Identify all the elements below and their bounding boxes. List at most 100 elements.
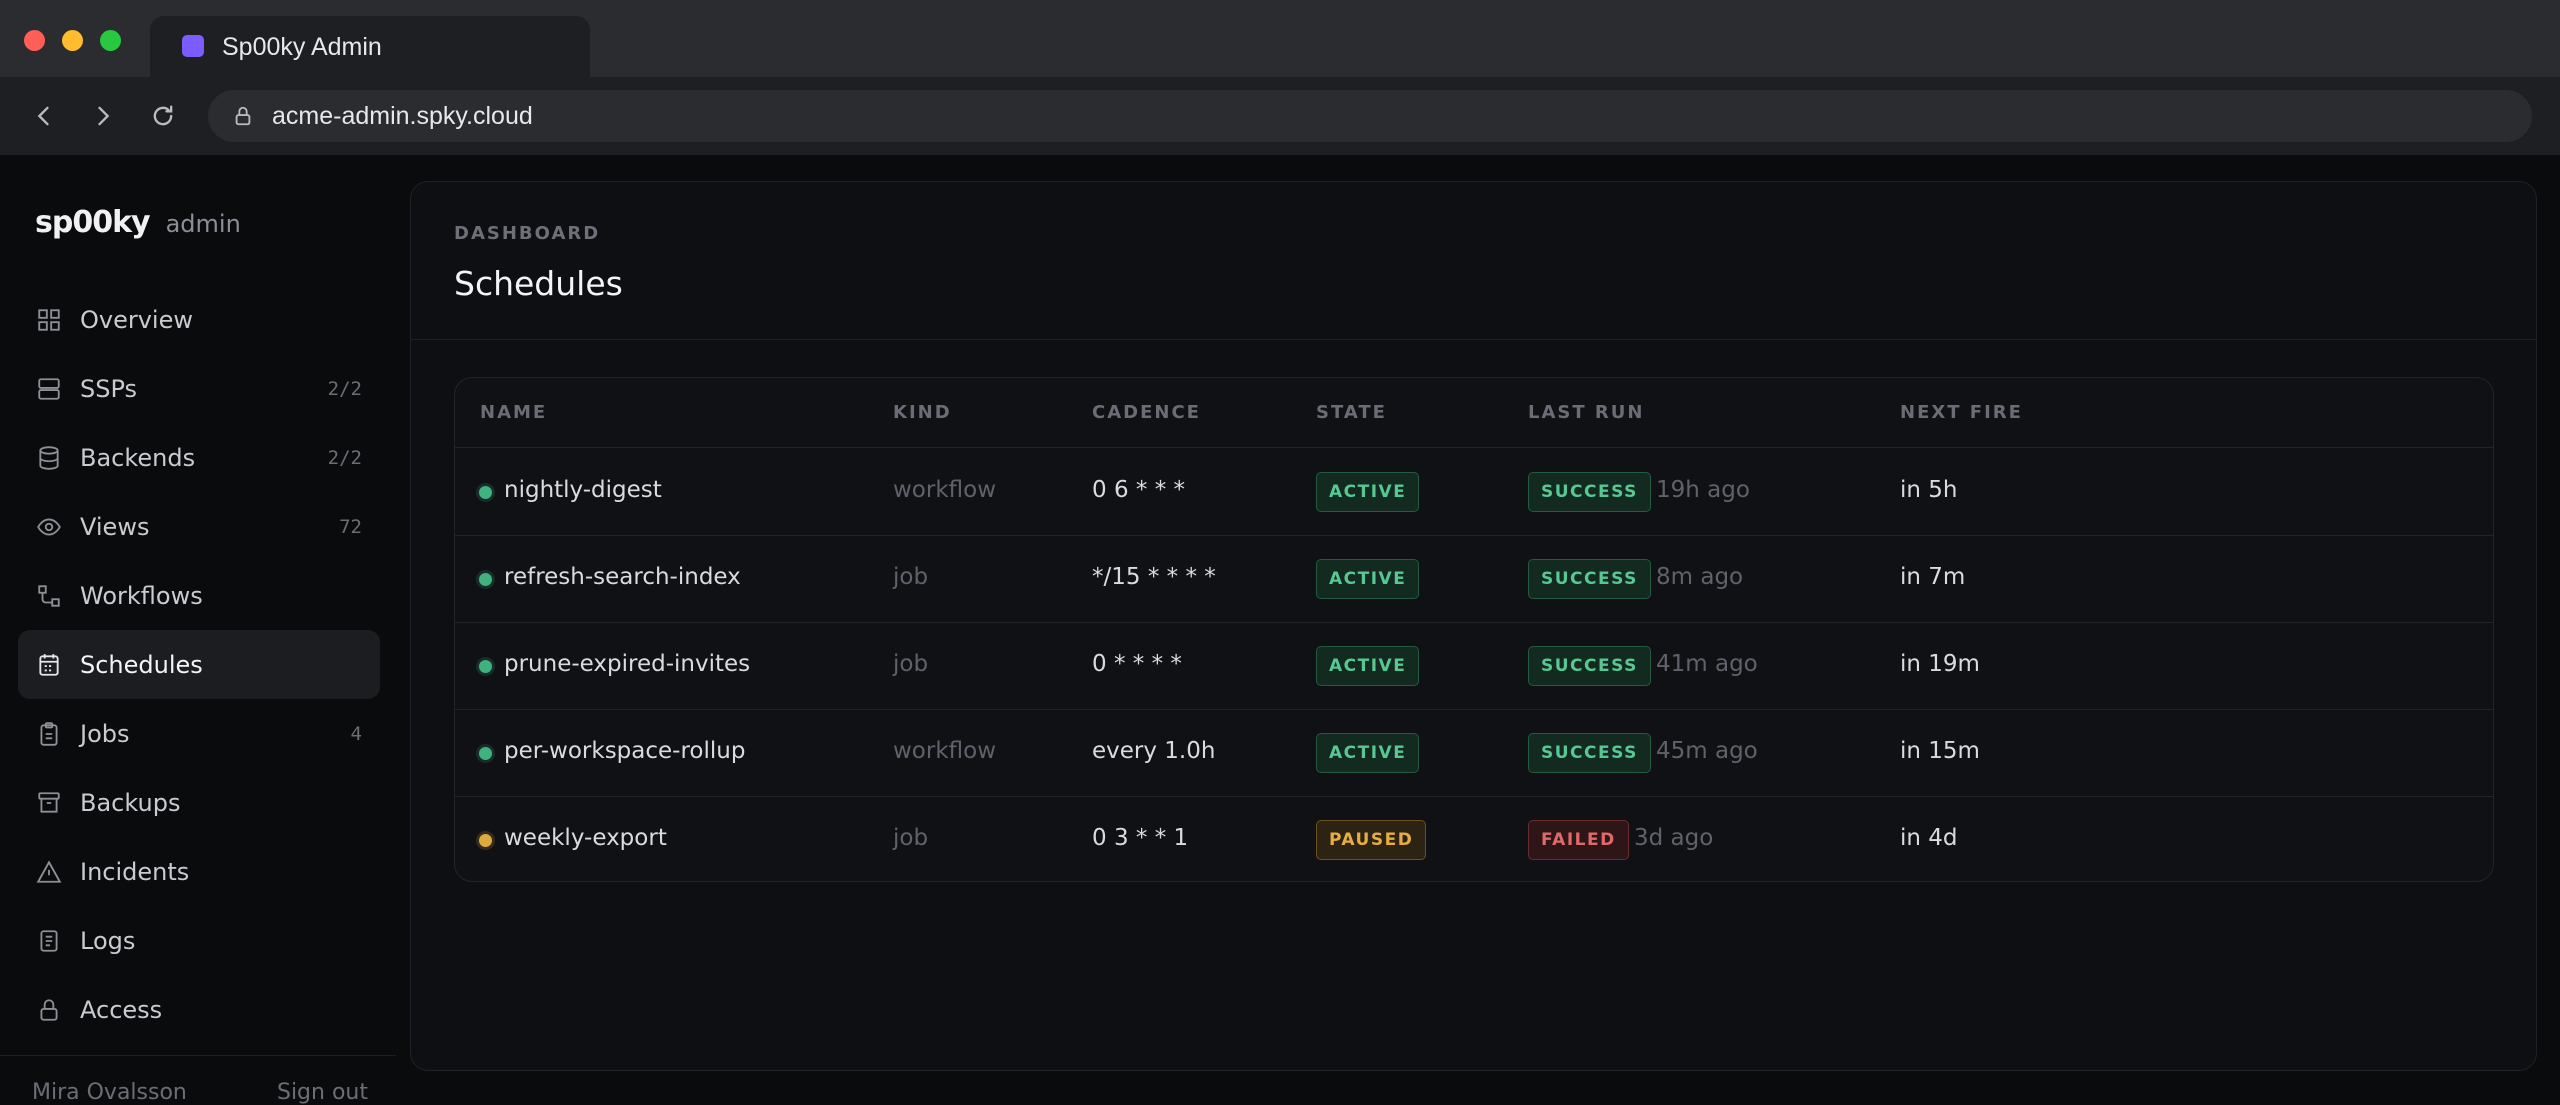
table-row[interactable]: weekly-export job 0 3 * * 1 PAUSED FAILE… [455, 797, 2493, 881]
column-header-state[interactable]: STATE [1316, 402, 1387, 423]
grid-icon [36, 307, 62, 333]
status-dot [479, 834, 492, 847]
favicon-icon [182, 35, 204, 57]
schedule-cadence: 0 3 * * 1 [1092, 825, 1189, 851]
sidebar-item-backends[interactable]: Backends 2/2 [18, 423, 380, 492]
page-title: Schedules [454, 264, 623, 303]
sidebar-item-logs[interactable]: Logs [18, 906, 380, 975]
breadcrumb[interactable]: DASHBOARD [454, 223, 600, 244]
sidebar-item-label: Views [80, 512, 150, 541]
sidebar-item-schedules[interactable]: Schedules [18, 630, 380, 699]
header-divider [411, 339, 2536, 340]
brand[interactable]: sp00ky admin [35, 205, 241, 240]
last-run-time: 45m ago [1656, 738, 1758, 764]
sidebar-item-access[interactable]: Access [18, 975, 380, 1044]
schedule-cadence: 0 6 * * * [1092, 477, 1186, 503]
schedule-name[interactable]: prune-expired-invites [504, 651, 750, 677]
brand-subtitle: admin [165, 210, 241, 238]
last-run-time: 3d ago [1634, 825, 1714, 851]
warning-icon [36, 859, 62, 885]
state-badge: PAUSED [1316, 820, 1427, 860]
archive-icon [36, 790, 62, 816]
sidebar-item-views[interactable]: Views 72 [18, 492, 380, 561]
sidebar-item-count: 4 [350, 722, 362, 745]
schedules-table: NAME KIND CADENCE STATE LAST RUN NEXT FI… [454, 377, 2494, 882]
schedule-name[interactable]: refresh-search-index [504, 564, 741, 590]
column-header-last-run[interactable]: LAST RUN [1528, 402, 1644, 423]
forward-button[interactable] [86, 99, 120, 133]
column-header-next-fire[interactable]: NEXT FIRE [1900, 402, 2023, 423]
schedule-kind: job [893, 651, 929, 677]
back-button[interactable] [27, 99, 61, 133]
sidebar-item-label: Backups [80, 788, 181, 817]
table-row[interactable]: refresh-search-index job */15 * * * * AC… [455, 536, 2493, 623]
schedule-name[interactable]: nightly-digest [504, 477, 662, 503]
last-run-time: 19h ago [1656, 477, 1750, 503]
table-row[interactable]: prune-expired-invites job 0 * * * * ACTI… [455, 623, 2493, 710]
browser-tab[interactable]: Sp00ky Admin [150, 16, 590, 77]
sidebar-item-jobs[interactable]: Jobs 4 [18, 699, 380, 768]
sign-out-link[interactable]: Sign out [277, 1080, 368, 1105]
address-bar[interactable]: acme-admin.spky.cloud [208, 90, 2532, 142]
sidebar-item-label: Incidents [80, 857, 190, 886]
sidebar-item-label: Schedules [80, 650, 203, 679]
last-run-badge: SUCCESS [1528, 472, 1651, 512]
next-fire: in 5h [1900, 477, 1958, 503]
schedule-name[interactable]: per-workspace-rollup [504, 738, 745, 764]
last-run-badge: SUCCESS [1528, 733, 1651, 773]
reload-button[interactable] [146, 99, 180, 133]
maximize-window-button[interactable] [100, 30, 121, 51]
browser-tab-bar: Sp00ky Admin [0, 0, 2560, 77]
chevron-left-icon [37, 106, 49, 126]
state-badge: ACTIVE [1316, 472, 1420, 512]
server-icon [36, 376, 62, 402]
reload-icon [153, 105, 173, 126]
table-row[interactable]: nightly-digest workflow 0 6 * * * ACTIVE… [455, 449, 2493, 536]
next-fire: in 15m [1900, 738, 1980, 764]
sidebar-item-count: 72 [339, 515, 362, 538]
browser-toolbar: acme-admin.spky.cloud [0, 77, 2560, 155]
app: sp00ky admin Overview SSPs 2/2 Backends … [0, 155, 2560, 1105]
state-badge: ACTIVE [1316, 646, 1420, 686]
sidebar: sp00ky admin Overview SSPs 2/2 Backends … [0, 155, 396, 1105]
sidebar-nav: Overview SSPs 2/2 Backends 2/2 Views 72 … [18, 285, 380, 1044]
sidebar-item-workflows[interactable]: Workflows [18, 561, 380, 630]
schedule-cadence: */15 * * * * [1092, 564, 1216, 590]
schedule-name[interactable]: weekly-export [504, 825, 667, 851]
database-icon [36, 445, 62, 471]
table-row[interactable]: per-workspace-rollup workflow every 1.0h… [455, 710, 2493, 797]
eye-icon [36, 514, 62, 540]
user-row: Mira Ovalsson Sign out [32, 1080, 368, 1105]
lock-icon [36, 997, 62, 1023]
calendar-icon [36, 652, 62, 678]
sidebar-item-label: Workflows [80, 581, 203, 610]
schedule-cadence: 0 * * * * [1092, 651, 1182, 677]
sidebar-item-incidents[interactable]: Incidents [18, 837, 380, 906]
lock-icon [235, 106, 251, 126]
table-header: NAME KIND CADENCE STATE LAST RUN NEXT FI… [455, 378, 2493, 448]
column-header-cadence[interactable]: CADENCE [1092, 402, 1201, 423]
status-dot [479, 747, 492, 760]
sidebar-item-backups[interactable]: Backups [18, 768, 380, 837]
user-name: Mira Ovalsson [32, 1080, 187, 1105]
status-dot [479, 486, 492, 499]
sidebar-item-label: Logs [80, 926, 136, 955]
sidebar-item-count: 2/2 [327, 446, 362, 469]
minimize-window-button[interactable] [62, 30, 83, 51]
close-window-button[interactable] [24, 30, 45, 51]
schedule-cadence: every 1.0h [1092, 738, 1216, 764]
sidebar-item-label: Backends [80, 443, 196, 472]
document-icon [36, 928, 62, 954]
last-run-time: 8m ago [1656, 564, 1744, 590]
sidebar-item-label: Overview [80, 305, 193, 334]
status-dot [479, 660, 492, 673]
sidebar-divider [0, 1055, 396, 1056]
main-panel: DASHBOARD Schedules NAME KIND CADENCE ST… [410, 181, 2537, 1071]
sidebar-item-label: Jobs [80, 719, 130, 748]
sidebar-item-ssps[interactable]: SSPs 2/2 [18, 354, 380, 423]
sidebar-item-overview[interactable]: Overview [18, 285, 380, 354]
sidebar-item-label: SSPs [80, 374, 138, 403]
next-fire: in 7m [1900, 564, 1966, 590]
column-header-kind[interactable]: KIND [893, 402, 952, 423]
column-header-name[interactable]: NAME [480, 402, 547, 423]
